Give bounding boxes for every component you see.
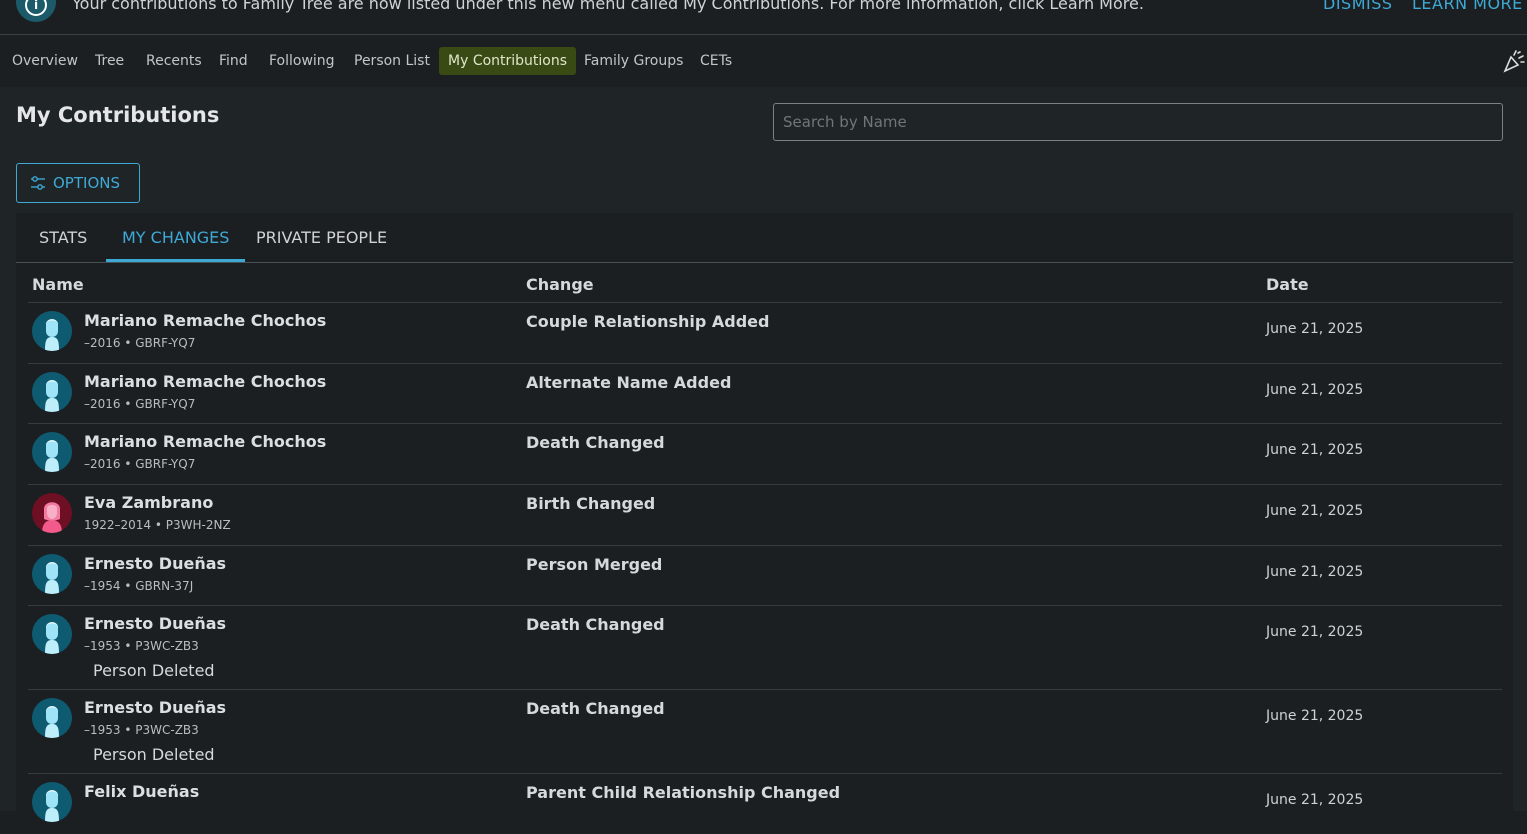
male-silhouette-icon: [32, 614, 72, 654]
person-lifespan-id: –1953 • P3WC-ZB3: [84, 723, 199, 737]
search-by-name-input[interactable]: [773, 103, 1503, 141]
table-row[interactable]: Ernesto Dueñas –1953 • P3WC-ZB3 Person Del…: [28, 605, 1502, 690]
person-name-link[interactable]: Mariano Remache Chochos: [84, 372, 326, 391]
nav-following[interactable]: Following: [260, 47, 344, 75]
male-silhouette-icon: [32, 782, 72, 822]
change-date: June 21, 2025: [1266, 564, 1364, 580]
table-row[interactable]: Mariano Remache Chochos –2016 • GBRF-YQ7 D…: [28, 423, 1502, 485]
nav-person-list[interactable]: Person List: [345, 47, 439, 75]
change-description[interactable]: Person Merged: [526, 555, 662, 574]
change-description[interactable]: Parent Child Relationship Changed: [526, 783, 840, 802]
person-name-link[interactable]: Mariano Remache Chochos: [84, 432, 326, 451]
tab-private-people[interactable]: PRIVATE PEOPLE: [240, 213, 403, 262]
person-lifespan-id: –2016 • GBRF-YQ7: [84, 397, 196, 411]
tree-nav-bar: Overview Tree Recents Find Following Per…: [0, 35, 1527, 87]
dismiss-button[interactable]: DISMISS: [1323, 0, 1393, 13]
column-header-change[interactable]: Change: [526, 275, 594, 294]
options-button[interactable]: OPTIONS: [16, 163, 140, 203]
nav-my-contributions[interactable]: My Contributions: [439, 47, 577, 75]
page-title: My Contributions: [16, 103, 220, 127]
change-description[interactable]: Alternate Name Added: [526, 373, 731, 392]
person-name-link[interactable]: Ernesto Dueñas: [84, 554, 226, 573]
change-date: June 21, 2025: [1266, 503, 1364, 519]
tab-my-changes[interactable]: MY CHANGES: [106, 213, 246, 262]
change-date: June 21, 2025: [1266, 624, 1364, 640]
person-lifespan-id: –2016 • GBRF-YQ7: [84, 457, 196, 471]
change-description[interactable]: Couple Relationship Added: [526, 312, 769, 331]
person-name-link[interactable]: Eva Zambrano: [84, 493, 213, 512]
male-silhouette-icon: [32, 698, 72, 738]
person-lifespan-id: –1953 • P3WC-ZB3: [84, 639, 199, 653]
options-label: OPTIONS: [53, 174, 120, 192]
tab-stats[interactable]: STATS: [23, 213, 103, 262]
info-icon: i: [16, 0, 56, 22]
change-date: June 21, 2025: [1266, 708, 1364, 724]
person-name-link[interactable]: Ernesto Dueñas: [84, 614, 226, 633]
person-name-link[interactable]: Ernesto Dueñas: [84, 698, 226, 717]
column-header-name[interactable]: Name: [32, 275, 84, 294]
table-row[interactable]: Ernesto Dueñas –1953 • P3WC-ZB3 Person Del…: [28, 689, 1502, 774]
sliders-icon: [31, 176, 45, 190]
change-date: June 21, 2025: [1266, 792, 1364, 808]
table-row[interactable]: Eva Zambrano 1922–2014 • P3WH-2NZ Birth Ch…: [28, 484, 1502, 546]
nav-family-groups[interactable]: Family Groups: [575, 47, 692, 75]
info-banner: i Your contributions to Family Tree are …: [0, 0, 1527, 35]
person-status-note: Person Deleted: [93, 745, 215, 764]
change-date: June 21, 2025: [1266, 442, 1364, 458]
table-row[interactable]: Mariano Remache Chochos –2016 • GBRF-YQ7 A…: [28, 363, 1502, 424]
female-silhouette-icon: [32, 493, 72, 533]
person-name-link[interactable]: Felix Dueñas: [84, 782, 199, 801]
nav-overview[interactable]: Overview: [3, 47, 87, 75]
person-lifespan-id: –1954 • GBRN-37J: [84, 579, 194, 593]
contributions-tabs: STATS MY CHANGES PRIVATE PEOPLE: [16, 213, 1513, 263]
column-header-date[interactable]: Date: [1266, 275, 1309, 294]
table-row[interactable]: Mariano Remache Chochos –2016 • GBRF-YQ7 C…: [28, 302, 1502, 364]
change-description[interactable]: Death Changed: [526, 699, 665, 718]
banner-message: Your contributions to Family Tree are no…: [72, 0, 1144, 13]
change-description[interactable]: Death Changed: [526, 433, 665, 452]
person-lifespan-id: –2016 • GBRF-YQ7: [84, 336, 196, 350]
contributions-panel: STATS MY CHANGES PRIVATE PEOPLE Name Cha…: [16, 213, 1513, 822]
change-date: June 21, 2025: [1266, 382, 1364, 398]
male-silhouette-icon: [32, 311, 72, 351]
change-description[interactable]: Birth Changed: [526, 494, 655, 513]
party-popper-icon[interactable]: [1503, 49, 1525, 73]
change-description[interactable]: Death Changed: [526, 615, 665, 634]
nav-recents[interactable]: Recents: [137, 47, 211, 75]
person-status-note: Person Deleted: [93, 661, 215, 680]
person-name-link[interactable]: Mariano Remache Chochos: [84, 311, 326, 330]
nav-cets[interactable]: CETs: [691, 47, 741, 75]
male-silhouette-icon: [32, 372, 72, 412]
table-row[interactable]: Ernesto Dueñas –1954 • GBRN-37J Person Mer…: [28, 545, 1502, 606]
change-date: June 21, 2025: [1266, 321, 1364, 337]
nav-find[interactable]: Find: [210, 47, 257, 75]
person-lifespan-id: 1922–2014 • P3WH-2NZ: [84, 518, 231, 532]
main-content: My Contributions OPTIONS STATS MY CHANGE…: [0, 87, 1527, 822]
learn-more-link[interactable]: LEARN MORE: [1412, 0, 1523, 13]
table-row[interactable]: Felix Dueñas Parent Child Relationship Ch…: [28, 773, 1502, 834]
male-silhouette-icon: [32, 432, 72, 472]
nav-tree[interactable]: Tree: [86, 47, 133, 75]
male-silhouette-icon: [32, 554, 72, 594]
